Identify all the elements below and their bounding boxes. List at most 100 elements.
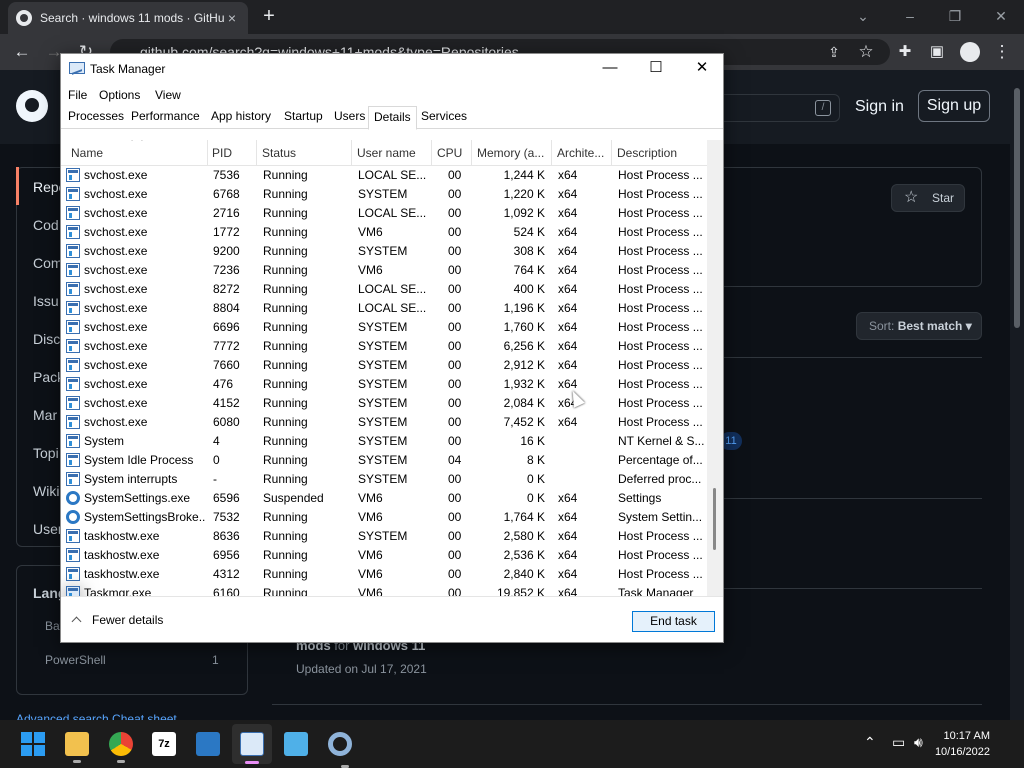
close-button[interactable]: ✕ (679, 54, 725, 84)
tab-search-icon[interactable]: ⌄ (848, 4, 878, 28)
cell-arch: x64 (558, 263, 578, 277)
table-row[interactable]: taskhostw.exe 8636 Running SYSTEM 00 2,580 K x… (61, 527, 707, 546)
table-row[interactable]: svchost.exe 9200 Running SYSTEM 00 308 K x64 Ho… (61, 242, 707, 261)
tab-services[interactable]: Services (421, 109, 467, 123)
tab-users[interactable]: Users (334, 109, 365, 123)
chrome-icon[interactable] (109, 732, 133, 763)
7zip-icon[interactable]: 7z (152, 732, 176, 756)
title-bar[interactable]: Task Manager — ☐ ✕ (61, 54, 723, 84)
new-tab-button[interactable]: + (256, 4, 282, 30)
side-panel-icon[interactable]: ▣ (925, 40, 949, 64)
start-windows-icon[interactable] (21, 732, 45, 756)
table-row[interactable]: SystemSettings.exe 6596 Suspended VM6 00 0 K x… (61, 489, 707, 508)
browser-tab[interactable]: Search · windows 11 mods · GitHub × (8, 2, 248, 34)
table-row[interactable]: svchost.exe 7772 Running SYSTEM 00 6,256 K x64… (61, 337, 707, 356)
table-row[interactable]: System Idle Process 0 Running SYSTEM 04 8 K Pe… (61, 451, 707, 470)
cell-user: SYSTEM (358, 320, 408, 334)
column-pid[interactable]: PID (207, 140, 257, 166)
table-row[interactable]: svchost.exe 476 Running SYSTEM 00 1,932 Kx64 H… (61, 375, 707, 394)
tab-performance[interactable]: Performance (131, 109, 200, 123)
settings-gear-icon[interactable] (328, 732, 352, 768)
cell-user: LOCAL SE... (358, 206, 427, 220)
table-row[interactable]: svchost.exe 2716 Running LOCAL SE... 00 1,092… (61, 204, 707, 223)
clock-time[interactable]: 10:17 AM (944, 730, 990, 742)
cell-status: Running (263, 206, 308, 220)
file-explorer-icon[interactable] (65, 732, 89, 763)
language-filter-powershell[interactable]: PowerShell (45, 653, 106, 667)
volume-icon[interactable]: 🔊︎ (914, 734, 923, 751)
scrollbar-thumb[interactable] (713, 488, 716, 550)
cell-status: Running (263, 567, 308, 581)
cell-cpu: 00 (448, 415, 462, 429)
clock-date[interactable]: 10/16/2022 (935, 746, 990, 758)
browser-minimize-button[interactable]: – (895, 4, 925, 28)
sign-up-button[interactable]: Sign up (918, 90, 990, 122)
cell-desc: Host Process ... (618, 339, 703, 353)
table-row[interactable]: taskhostw.exe 4312 Running VM6 00 2,840 K x64 H… (61, 565, 707, 584)
table-scrollbar[interactable] (707, 140, 723, 596)
cell-user: SYSTEM (358, 358, 408, 372)
cell-mem: 0 K (526, 491, 545, 505)
control-panel-icon[interactable] (284, 732, 308, 756)
table-row[interactable]: Taskmgr.exe 6160 Running VM6 00 19,852 K x64 Ta… (61, 584, 707, 596)
column-memory[interactable]: Memory (a... (472, 140, 552, 166)
back-arrow-icon[interactable]: ← (10, 40, 34, 64)
extensions-puzzle-icon[interactable]: ✚ (893, 40, 917, 64)
tab-details[interactable]: Details (368, 106, 417, 130)
cell-user: SYSTEM (358, 187, 408, 201)
minimize-button[interactable]: — (587, 54, 633, 84)
table-row[interactable]: svchost.exe 6696 Running SYSTEM 00 1,760 K x64… (61, 318, 707, 337)
end-task-button[interactable]: End task (632, 611, 715, 632)
table-row[interactable]: svchost.exe 6080 Running SYSTEM 00 7,452 K x64… (61, 413, 707, 432)
column-architecture[interactable]: Archite... (552, 140, 612, 166)
maximize-button[interactable]: ☐ (633, 54, 679, 84)
tab-app-history[interactable]: App history (211, 109, 271, 123)
tab-processes[interactable]: Processes (68, 109, 124, 123)
column-description[interactable]: Description (612, 140, 707, 166)
github-logo-icon[interactable] (16, 90, 48, 122)
share-icon[interactable]: ⇪ (822, 40, 846, 64)
cell-desc: Host Process ... (618, 320, 703, 334)
tab-startup[interactable]: Startup (284, 109, 323, 123)
column-label: Name (71, 146, 104, 160)
table-row[interactable]: svchost.exe 7660 Running SYSTEM 00 2,912 K x64… (61, 356, 707, 375)
cell-desc: Host Process ... (618, 282, 703, 296)
cell-status: Running (263, 187, 308, 201)
browser-close-button[interactable]: ✕ (986, 4, 1016, 28)
bookmark-star-icon[interactable]: ☆ (854, 40, 878, 64)
browser-restore-button[interactable]: ❐ (940, 4, 970, 28)
scrollbar-thumb[interactable] (1014, 88, 1020, 328)
table-row[interactable]: taskhostw.exe 6956 Running VM6 00 2,536 K x64 H… (61, 546, 707, 565)
column-cpu[interactable]: CPU (432, 140, 472, 166)
table-row[interactable]: svchost.exe 7236 Running VM6 00 764 K x64 Host … (61, 261, 707, 280)
chrome-menu-icon[interactable]: ⋮ (990, 40, 1014, 64)
sign-in-link[interactable]: Sign in (855, 98, 904, 116)
column-user-name[interactable]: User name (352, 140, 432, 166)
column-name[interactable]: Name (66, 140, 208, 166)
fewer-details-button[interactable]: Fewer details (71, 613, 163, 627)
menu-view[interactable]: View (155, 88, 181, 102)
cell-mem: 8 K (526, 453, 545, 467)
column-status[interactable]: Status (257, 140, 352, 166)
menu-file[interactable]: File (68, 88, 87, 102)
table-row[interactable]: System 4 Running SYSTEM 00 16 K NT Kernel & S.… (61, 432, 707, 451)
task-manager-icon[interactable] (240, 732, 264, 764)
table-row[interactable]: SystemSettingsBroke... 7532 Running VM6 00 1,… (61, 508, 707, 527)
table-row[interactable]: svchost.exe 4152 Running SYSTEM 00 2,084 Kx64… (61, 394, 707, 413)
profile-avatar-icon[interactable] (960, 42, 980, 62)
table-row[interactable]: svchost.exe 7536 Running LOCAL SE... 00 1,244… (61, 166, 707, 185)
star-button[interactable]: ☆ Star (891, 184, 965, 212)
table-row[interactable]: svchost.exe 6768 Running SYSTEM 00 1,220 K x64… (61, 185, 707, 204)
page-scrollbar[interactable] (1010, 70, 1024, 720)
sort-dropdown[interactable]: Sort: Best match ▾ (856, 312, 982, 340)
tab-close-icon[interactable]: × (224, 10, 240, 26)
microsoft-store-icon[interactable] (196, 732, 220, 756)
tray-chevron-up-icon[interactable]: ⌃ (864, 734, 876, 751)
table-row[interactable]: svchost.exe 1772 Running VM6 00 524 K x64 Host … (61, 223, 707, 242)
table-row[interactable]: svchost.exe 8272 Running LOCAL SE... 00 400 K… (61, 280, 707, 299)
network-icon[interactable]: ▭ (892, 734, 905, 751)
cell-desc: System Settin... (618, 510, 703, 524)
table-row[interactable]: svchost.exe 8804 Running LOCAL SE... 00 1,196… (61, 299, 707, 318)
menu-options[interactable]: Options (99, 88, 140, 102)
table-row[interactable]: System interrupts - Running SYSTEM 00 0 K Defe… (61, 470, 707, 489)
